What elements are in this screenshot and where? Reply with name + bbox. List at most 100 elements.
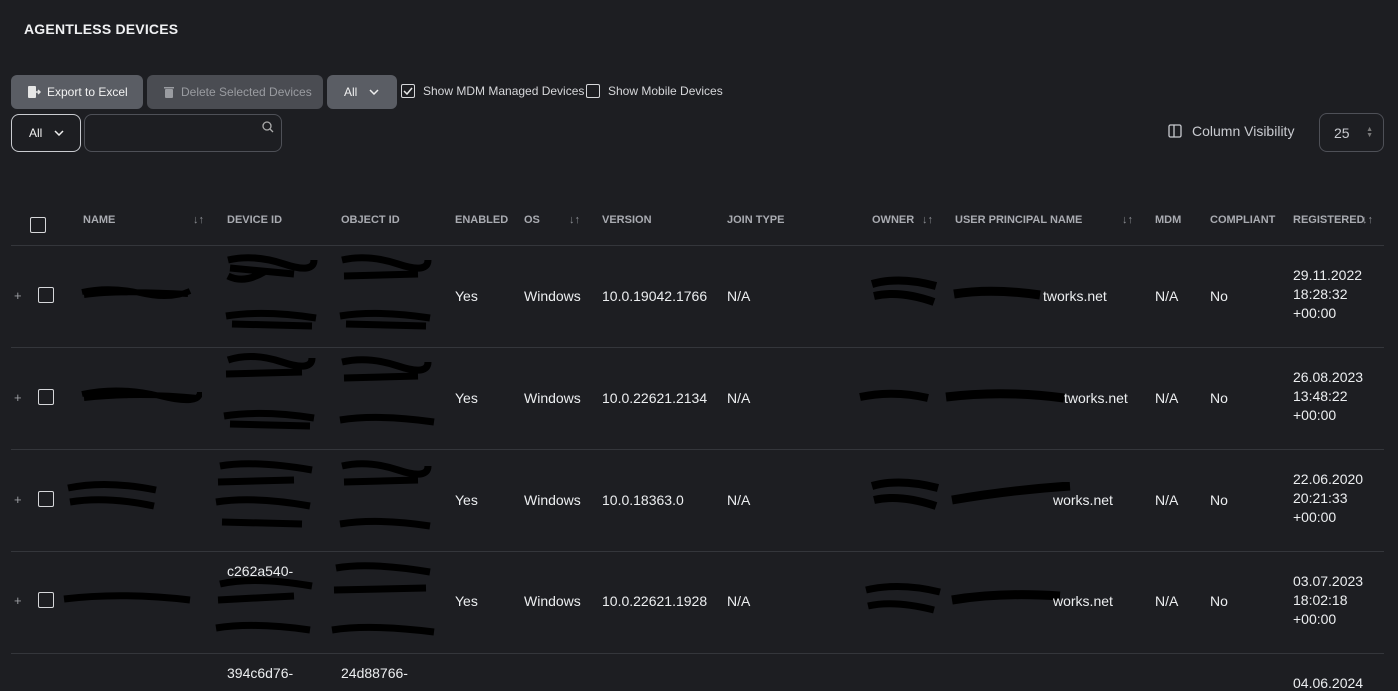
redacted-scribble [331,562,435,636]
registered-time: 13:48:22 [1293,388,1348,404]
enabled-value: Yes [455,288,478,304]
compliant-value: No [1210,492,1228,508]
os-value: Windows [524,492,581,508]
spinner-arrows-icon: ▲ ▼ [1366,126,1373,139]
redacted-scribble [81,387,202,404]
redacted-scribble [865,582,941,614]
export-excel-button[interactable]: Export to Excel [11,75,143,109]
expand-icon[interactable]: + [14,593,22,608]
search-input[interactable] [84,114,282,152]
expand-icon[interactable]: + [14,390,22,405]
row-checkbox[interactable] [38,287,54,303]
enabled-value: Yes [455,492,478,508]
mdm-value: N/A [1155,390,1179,406]
mdm-value: N/A [1155,492,1179,508]
select-all-checkbox[interactable] [30,217,46,233]
registered-time: 18:28:32 [1293,286,1348,302]
upn-value: tworks.net [1064,390,1128,406]
registered-tz: +00:00 [1293,509,1337,525]
version-value: 10.0.18363.0 [602,492,684,508]
redacted-scribble [870,478,940,510]
show-mdm-checkbox[interactable]: Show MDM Managed Devices [401,84,584,98]
device-id-value: 394c6d76- [227,665,294,681]
compliant-value: No [1210,288,1228,304]
mdm-value: N/A [1155,593,1179,609]
registered-value: 26.08.2023 13:48:22 +00:00 [1293,368,1363,425]
row-checkbox[interactable] [38,592,54,608]
registered-date: 03.07.2023 [1293,573,1364,589]
column-visibility-button[interactable]: Column Visibility [1168,123,1294,139]
col-name[interactable]: NAME [83,214,115,226]
col-version: VERSION [602,214,652,226]
sort-icon[interactable]: ↓↑ [922,214,933,226]
version-value: 10.0.22621.2134 [602,390,708,406]
delete-selected-label: Delete Selected Devices [181,85,312,99]
registered-tz: +00:00 [1293,611,1337,627]
compliant-value: No [1210,390,1228,406]
col-enabled: ENABLED [455,214,509,226]
registered-tz: +00:00 [1293,305,1337,321]
checkbox-unchecked-icon [586,84,600,98]
col-object-id: OBJECT ID [341,214,400,226]
upn-value: works.net [1053,492,1113,508]
row-checkbox[interactable] [38,389,54,405]
redacted-scribble [225,254,318,330]
redacted-scribble [67,480,157,510]
compliant-value: No [1210,593,1228,609]
upn-value: tworks.net [1043,288,1107,304]
page-size-select[interactable]: 25 ▲ ▼ [1319,113,1384,152]
secondary-filter-select[interactable]: All [11,114,81,152]
join-type-value: N/A [727,390,751,406]
redacted-scribble [223,353,316,430]
col-owner[interactable]: OWNER [872,214,914,226]
enabled-value: Yes [455,593,478,609]
col-os[interactable]: OS [524,214,540,226]
show-mdm-label: Show MDM Managed Devices [423,84,585,98]
columns-icon [1168,124,1182,138]
expand-icon[interactable]: + [14,288,22,303]
checkbox-checked-icon [401,84,415,98]
registered-date: 22.06.2020 [1293,471,1364,487]
show-mobile-checkbox[interactable]: Show Mobile Devices [586,84,723,98]
sort-icon[interactable]: ↓↑ [1362,214,1373,226]
col-mdm: MDM [1155,214,1182,226]
registered-value: 03.07.2023 18:02:18 +00:00 [1293,572,1363,629]
page-size-value: 25 [1334,124,1350,141]
delete-selected-button[interactable]: Delete Selected Devices [147,75,323,109]
enabled-value: Yes [455,390,478,406]
column-visibility-label: Column Visibility [1192,123,1295,139]
join-type-value: N/A [727,288,751,304]
mdm-value: N/A [1155,288,1179,304]
registered-date: 29.11.2022 [1293,267,1363,283]
redacted-scribble [215,576,313,634]
version-value: 10.0.19042.1766 [602,288,708,304]
excel-export-icon [28,86,41,98]
redacted-scribble [951,590,1061,605]
row-checkbox[interactable] [38,491,54,507]
col-registered[interactable]: REGISTERED [1293,214,1365,226]
expand-icon[interactable]: + [14,492,22,507]
registered-value: 29.11.2022 18:28:32 +00:00 [1293,266,1362,323]
col-upn[interactable]: USER PRINCIPAL NAME [955,214,1082,226]
redacted-scribble [953,286,1041,300]
show-mobile-label: Show Mobile Devices [608,84,723,98]
filter-select[interactable]: All [327,75,397,109]
redacted-scribble [339,460,432,530]
trash-icon [164,86,174,98]
registered-date: 26.08.2023 [1293,369,1364,385]
upn-value: works.net [1053,593,1113,609]
page-title: AGENTLESS DEVICES [24,21,179,37]
sort-icon[interactable]: ↓↑ [1122,214,1133,226]
sort-icon[interactable]: ↓↑ [193,214,204,226]
chevron-down-icon [369,89,379,95]
registered-tz: +00:00 [1293,407,1337,423]
redacted-scribble [859,389,929,402]
redacted-scribble [339,254,432,330]
registered-time: 18:02:18 [1293,592,1348,608]
sort-icon[interactable]: ↓↑ [569,214,580,226]
col-join-type: JOIN TYPE [727,214,785,226]
os-value: Windows [524,288,581,304]
redacted-scribble [63,592,191,604]
redacted-scribble [870,276,938,306]
secondary-filter-value: All [29,126,43,140]
